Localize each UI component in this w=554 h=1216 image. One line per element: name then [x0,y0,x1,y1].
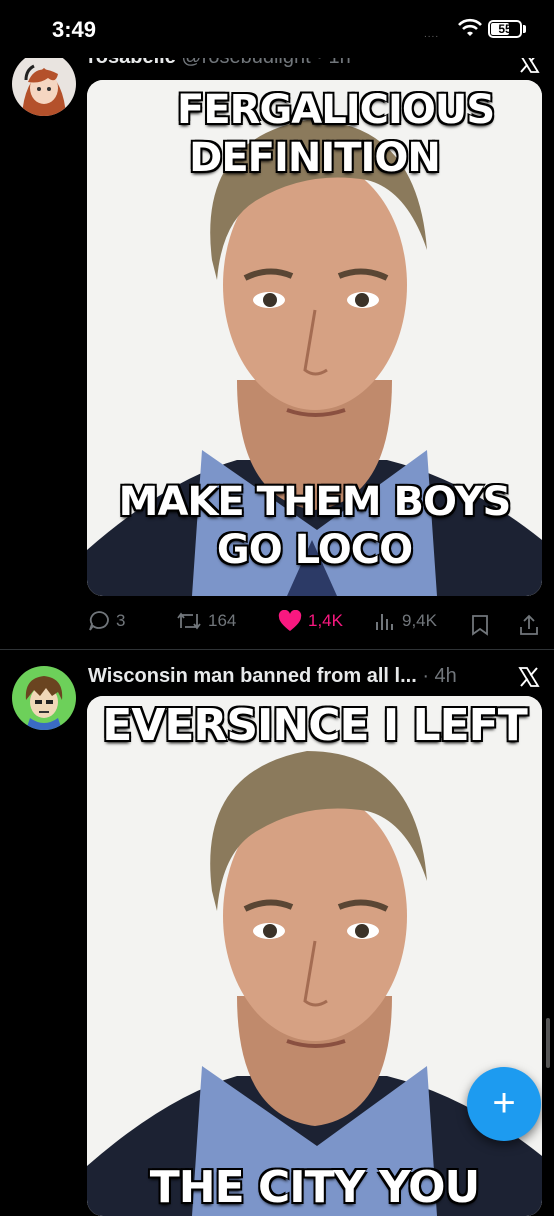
battery-icon: 55 [488,20,522,38]
cellular-signal-icon: .... [424,29,440,40]
x-logo-icon [518,667,540,687]
tweet-time: · 4h [422,665,457,687]
meme-top-text: EVERSINCE I LEFT [102,700,527,751]
compose-icon: + [492,1081,516,1125]
tweet-media-image[interactable]: EVERSINCE I LEFT THE CITY YOU [87,696,542,1216]
wifi-icon [458,18,482,36]
author-name[interactable]: Wisconsin man banned from all l... [88,665,417,687]
battery-level: 55 [498,22,512,36]
compose-button[interactable]: + [467,1067,541,1141]
tweet-header: Wisconsin man banned from all l... · 4h [88,665,457,688]
tweet[interactable]: Wisconsin man banned from all l... · 4h … [0,0,554,1216]
meme-bottom-text: THE CITY YOU [149,1162,481,1213]
status-bar: 3:49 .... 55 [0,0,554,58]
avatar[interactable] [12,666,76,730]
meme-photo [87,696,542,1216]
scrollbar[interactable] [546,1018,550,1068]
status-time: 3:49 [52,17,97,42]
